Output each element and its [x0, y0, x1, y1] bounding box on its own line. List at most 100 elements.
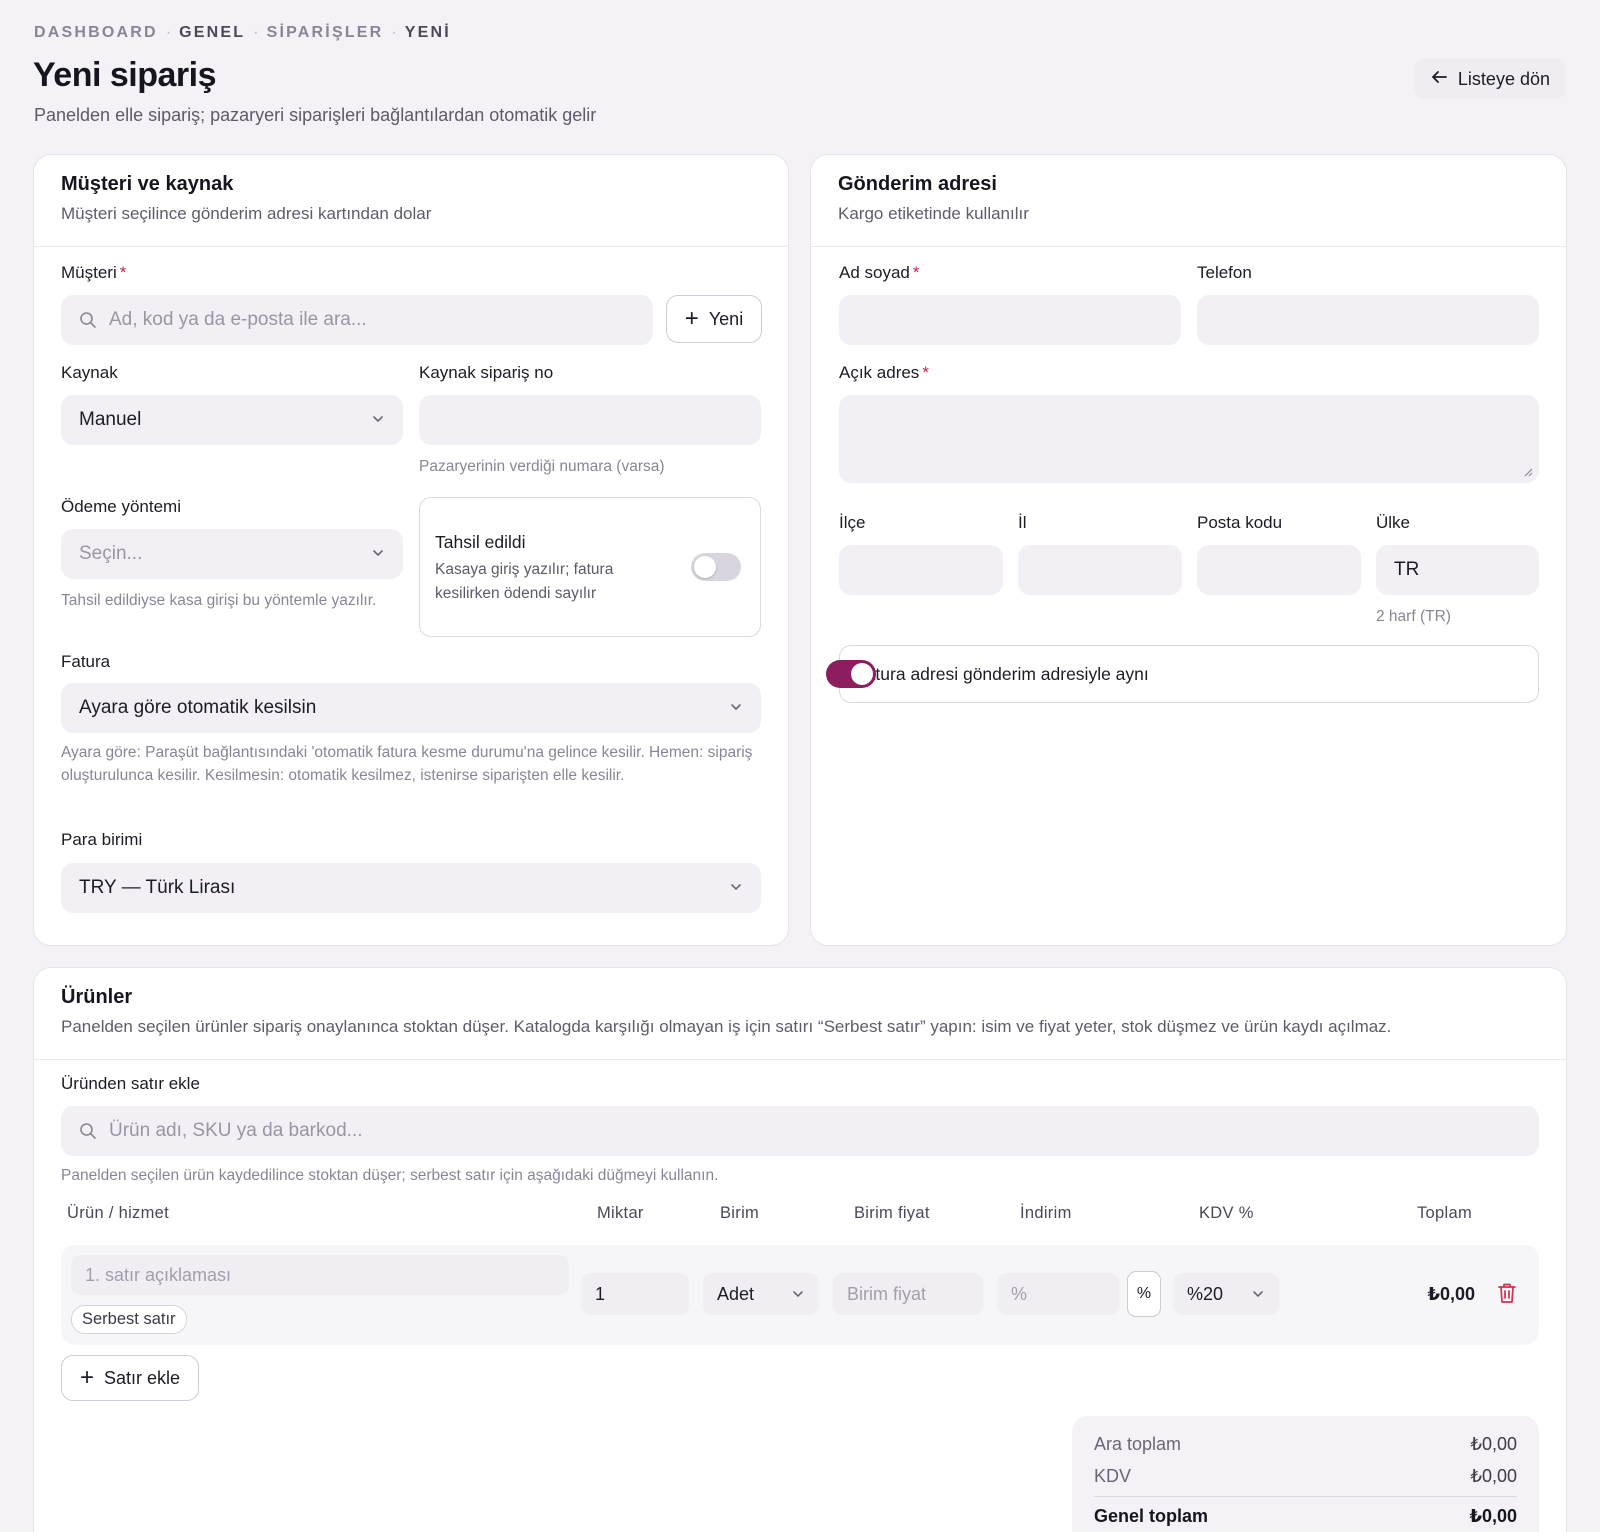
invoice-hint: Ayara göre: Paraşüt bağlantısındaki 'oto…: [61, 744, 753, 784]
phone-input[interactable]: [1197, 295, 1539, 345]
card-description: Müşteri seçilince gönderim adresi kartın…: [61, 204, 432, 223]
product-search-placeholder: Ürün adı, SKU ya da barkod...: [109, 1120, 363, 1141]
card-title: Ürünler: [61, 986, 133, 1008]
invoice-select[interactable]: Ayara göre otomatik kesilsin: [61, 683, 761, 733]
collected-toggle-box: Tahsil edildi Kasaya giriş yazılır; fatu…: [419, 497, 761, 637]
same-billing-box: Fatura adresi gönderim adresiyle aynı: [826, 645, 1539, 703]
collected-toggle[interactable]: [691, 553, 741, 581]
discount-mode-toggle[interactable]: %: [1127, 1271, 1161, 1317]
source-order-input[interactable]: [419, 395, 761, 445]
breadcrumb-separator: ·: [391, 24, 397, 41]
chevron-down-icon: [371, 546, 385, 563]
customer-source-card: Müşteri ve kaynak Müşteri seçilince gönd…: [33, 154, 789, 946]
customer-search-input[interactable]: Ad, kod ya da e-posta ile ara...: [61, 295, 653, 345]
back-button-label: Listeye dön: [1457, 68, 1550, 89]
new-customer-label: Yeni: [708, 308, 744, 329]
country-value: TR: [1394, 559, 1420, 580]
table-row: 1. satır açıklaması Serbest satır 1 Adet…: [61, 1245, 1539, 1345]
plus-icon: +: [79, 1364, 94, 1391]
source-select-value: Manuel: [79, 409, 142, 430]
card-description: Kargo etiketinde kullanılır: [838, 204, 1029, 223]
district-label: İlçe: [839, 513, 866, 532]
collected-title: Tahsil edildi: [435, 532, 526, 552]
page-subtitle: Panelden elle sipariş; pazaryeri sipariş…: [34, 105, 597, 125]
payment-method-label: Ödeme yöntemi: [61, 497, 181, 516]
row-unit-price-placeholder: Birim fiyat: [847, 1283, 927, 1304]
row-description-input[interactable]: 1. satır açıklaması: [71, 1255, 569, 1295]
product-search-input[interactable]: Ürün adı, SKU ya da barkod...: [61, 1106, 1539, 1156]
invoice-label: Fatura: [61, 652, 111, 671]
source-order-label: Kaynak sipariş no: [419, 363, 554, 382]
column-header-qty: Miktar: [597, 1204, 644, 1222]
card-header: Ürünler Panelden seçilen ürünler sipariş…: [34, 968, 1566, 1060]
free-line-tag[interactable]: Serbest satır: [71, 1305, 187, 1334]
card-description: Panelden seçilen ürünler sipariş onaylan…: [61, 1017, 1392, 1036]
column-header-discount: İndirim: [1020, 1204, 1072, 1222]
grand-total-row: Genel toplam ₺0,00: [1094, 1506, 1517, 1527]
full-name-label: Ad soyad *: [839, 263, 920, 282]
trash-icon[interactable]: [1497, 1282, 1517, 1304]
vat-row: KDV ₺0,00: [1094, 1466, 1517, 1487]
city-input[interactable]: [1018, 545, 1182, 595]
country-input[interactable]: TR: [1376, 545, 1539, 595]
currency-select[interactable]: TRY — Türk Lirası: [61, 863, 761, 913]
search-icon: [79, 311, 97, 329]
invoice-select-value: Ayara göre otomatik kesilsin: [79, 697, 317, 718]
row-total: ₺0,00: [1427, 1284, 1475, 1304]
totals-divider: [1094, 1496, 1517, 1497]
chevron-down-icon: [1251, 1287, 1265, 1301]
totals-panel: Ara toplam ₺0,00 KDV ₺0,00 Genel toplam …: [1072, 1416, 1539, 1532]
back-to-list-button[interactable]: Listeye dön: [1413, 59, 1566, 99]
shipping-address-card: Gönderim adresi Kargo etiketinde kullanı…: [810, 154, 1567, 946]
city-label: İl: [1018, 513, 1027, 532]
breadcrumb-siparisler[interactable]: SİPARİŞLER: [267, 24, 384, 42]
row-discount-placeholder: %: [1011, 1283, 1028, 1304]
plus-icon: +: [684, 305, 699, 332]
collected-description: Kasaya giriş yazılır; fatura kesilirken …: [435, 561, 614, 602]
card-title: Müşteri ve kaynak: [61, 173, 234, 195]
currency-label: Para birimi: [61, 830, 143, 849]
country-hint: 2 harf (TR): [1376, 608, 1451, 625]
payment-select-placeholder: Seçin...: [79, 543, 143, 564]
column-header-unit: Birim: [720, 1204, 760, 1222]
add-from-product-label: Üründen satır ekle: [61, 1074, 200, 1093]
column-header-total: Toplam: [1417, 1204, 1472, 1222]
breadcrumb-genel[interactable]: GENEL: [179, 24, 245, 42]
row-discount-input[interactable]: %: [997, 1273, 1119, 1315]
column-header-vat: KDV %: [1199, 1204, 1254, 1222]
customer-label: Müşteri *: [61, 263, 127, 282]
source-select[interactable]: Manuel: [61, 395, 403, 445]
customer-search-placeholder: Ad, kod ya da e-posta ile ara...: [109, 309, 367, 330]
grand-total-label: Genel toplam: [1094, 1506, 1209, 1526]
chevron-down-icon: [791, 1287, 805, 1301]
search-icon: [79, 1122, 97, 1140]
subtotal-label: Ara toplam: [1094, 1434, 1182, 1454]
page-title: Yeni sipariş: [33, 56, 217, 94]
new-customer-button[interactable]: + Yeni: [666, 295, 762, 343]
vat-label: KDV: [1094, 1466, 1132, 1486]
source-order-hint: Pazaryerinin verdiği numara (varsa): [419, 458, 665, 475]
resize-handle-icon[interactable]: [1523, 467, 1533, 477]
card-header: Gönderim adresi Kargo etiketinde kullanı…: [811, 155, 1566, 247]
row-vat-select[interactable]: %20: [1173, 1273, 1279, 1315]
column-header-product: Ürün / hizmet: [67, 1204, 170, 1222]
postal-code-input[interactable]: [1197, 545, 1361, 595]
address-textarea[interactable]: [839, 395, 1539, 483]
breadcrumb-separator: ·: [165, 24, 172, 41]
row-unit-select[interactable]: Adet: [703, 1273, 819, 1315]
add-row-button[interactable]: + Satır ekle: [61, 1355, 199, 1401]
row-vat-value: %20: [1187, 1283, 1224, 1304]
subtotal-value: ₺0,00: [1470, 1434, 1518, 1454]
row-qty-input[interactable]: 1: [581, 1273, 689, 1315]
payment-method-select[interactable]: Seçin...: [61, 529, 403, 579]
arrow-left-icon: [1430, 68, 1448, 91]
breadcrumb-dashboard[interactable]: DASHBOARD: [34, 24, 158, 42]
breadcrumb-yeni: YENİ: [404, 24, 451, 41]
card-title: Gönderim adresi: [838, 173, 997, 195]
same-billing-toggle[interactable]: [826, 660, 876, 688]
row-unit-price-input[interactable]: Birim fiyat: [833, 1273, 983, 1315]
same-billing-label: Fatura adresi gönderim adresiyle aynı: [855, 664, 1149, 684]
full-name-input[interactable]: [839, 295, 1181, 345]
district-input[interactable]: [839, 545, 1003, 595]
row-description-placeholder: 1. satır açıklaması: [85, 1264, 232, 1285]
